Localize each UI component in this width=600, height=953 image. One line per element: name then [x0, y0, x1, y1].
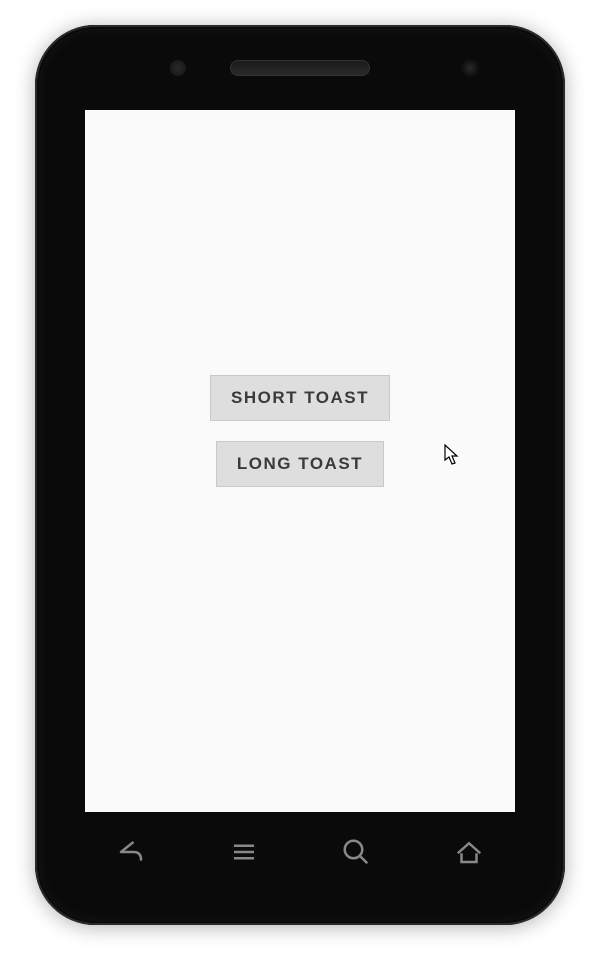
proximity-sensor-icon: [170, 60, 186, 76]
front-camera-icon: [460, 58, 480, 78]
long-toast-button[interactable]: LONG TOAST: [216, 441, 384, 487]
phone-nav-bar: [35, 812, 565, 892]
menu-button[interactable]: [226, 834, 262, 870]
search-button[interactable]: [338, 834, 374, 870]
back-button[interactable]: [113, 834, 149, 870]
phone-screen: SHORT TOAST LONG TOAST: [85, 110, 515, 812]
search-icon: [341, 837, 371, 867]
earpiece-speaker-icon: [230, 60, 370, 76]
phone-device-frame: SHORT TOAST LONG TOAST: [35, 25, 565, 925]
phone-top-bezel: [35, 25, 565, 110]
short-toast-button[interactable]: SHORT TOAST: [210, 375, 390, 421]
home-button[interactable]: [451, 834, 487, 870]
menu-icon: [229, 837, 259, 867]
app-main-content: SHORT TOAST LONG TOAST: [85, 110, 515, 782]
back-icon: [116, 837, 146, 867]
home-icon: [454, 837, 484, 867]
